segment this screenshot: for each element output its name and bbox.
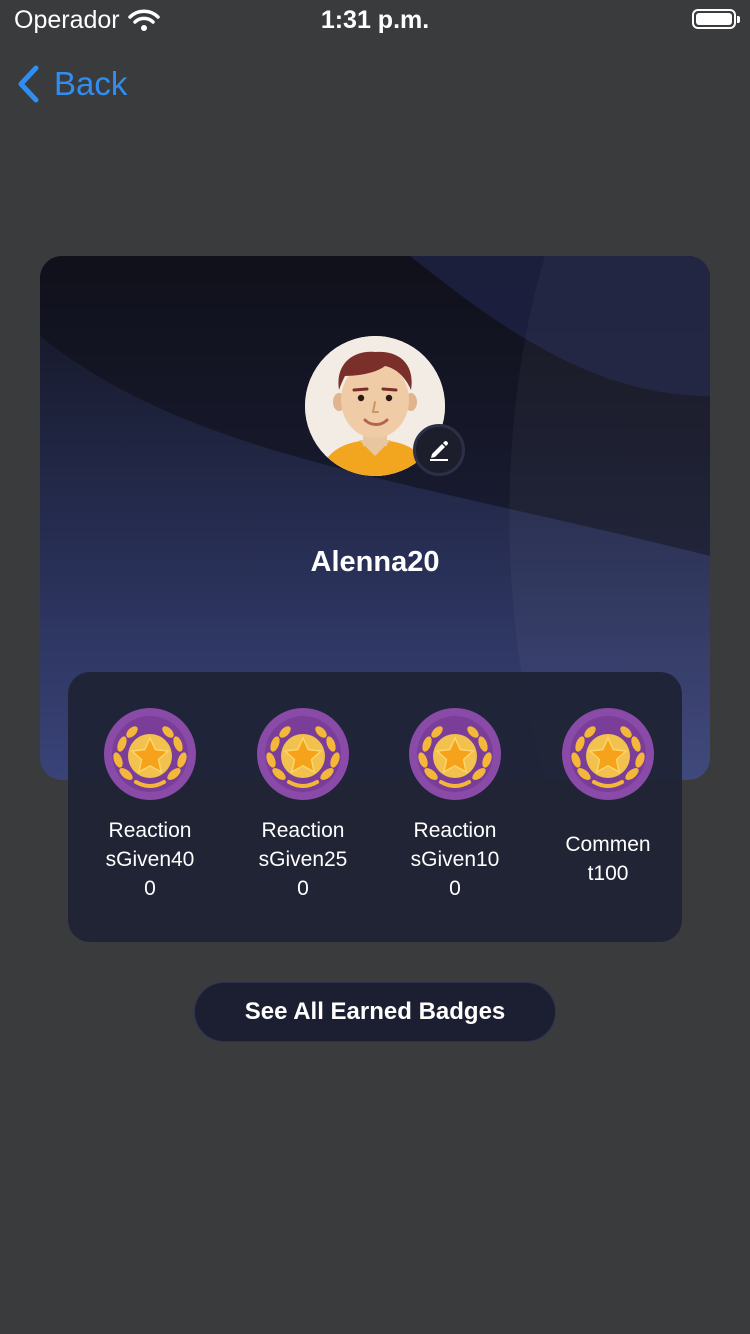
pencil-icon [430, 440, 449, 461]
battery-icon [692, 9, 740, 29]
star-badge-icon [562, 708, 654, 800]
back-label: Back [54, 65, 128, 102]
chevron-left-icon [18, 65, 39, 103]
badge-label: Reaction sGiven25 0 [258, 819, 348, 900]
see-all-badges-button[interactable]: See All Earned Badges [194, 982, 556, 1042]
badge-label: Reaction sGiven10 0 [410, 819, 500, 900]
back-button[interactable]: Back [16, 60, 127, 108]
badge-item[interactable]: Reaction sGiven25 0 [233, 706, 373, 903]
recent-badges-panel: Reaction sGiven40 0 Reaction sGiven25 0 [68, 672, 682, 942]
star-badge-icon [257, 708, 349, 800]
star-badge-icon [409, 708, 501, 800]
badge-item[interactable]: Commen t100 [538, 706, 678, 888]
badge-item[interactable]: Reaction sGiven10 0 [385, 706, 525, 903]
badge-item[interactable]: Reaction sGiven40 0 [80, 706, 220, 903]
badge-label: Commen t100 [565, 833, 651, 885]
edit-avatar-button[interactable] [413, 424, 465, 476]
star-badge-icon [104, 708, 196, 800]
status-bar: Operador 1:31 p.m. [0, 0, 750, 42]
badge-label: Reaction sGiven40 0 [105, 819, 195, 900]
profile-username: Alenna20 [310, 546, 440, 578]
clock-label: 1:31 p.m. [320, 6, 430, 34]
